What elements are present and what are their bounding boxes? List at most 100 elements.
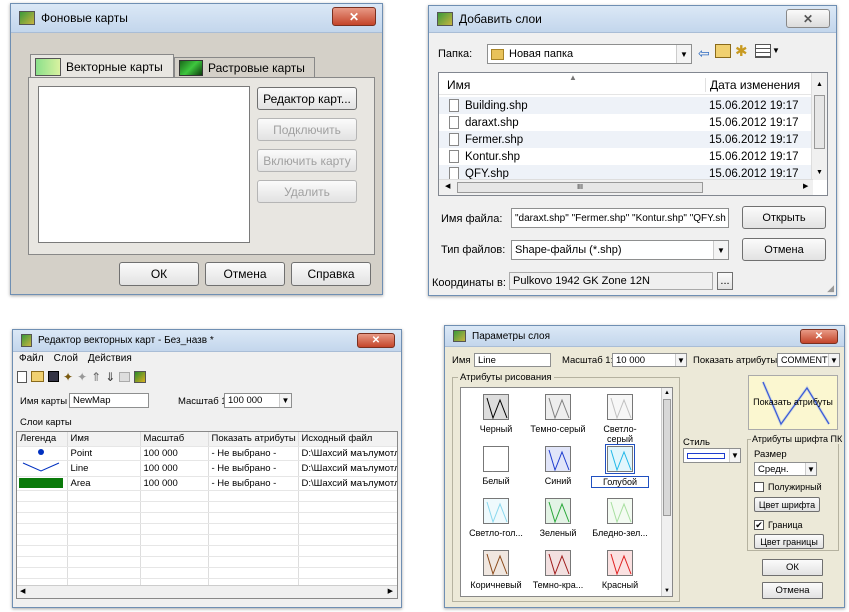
- col-scale[interactable]: Масштаб: [140, 432, 209, 447]
- font-color-button[interactable]: Цвет шрифта: [754, 497, 820, 512]
- map-editor-button[interactable]: Редактор карт...: [257, 87, 357, 110]
- bold-checkbox[interactable]: [754, 482, 764, 492]
- scroll-thumb[interactable]: [814, 95, 825, 149]
- close-icon[interactable]: ✕: [332, 7, 376, 26]
- back-icon[interactable]: ⇦: [698, 45, 710, 62]
- file-row[interactable]: Kontur.shp 15.06.2012 19:17: [439, 148, 813, 165]
- open-button[interactable]: Открыть: [742, 206, 826, 229]
- scroll-up-icon[interactable]: ▲: [816, 81, 823, 88]
- close-icon[interactable]: ✕: [357, 333, 395, 348]
- menu-layer[interactable]: Слой: [54, 353, 78, 367]
- scroll-down-icon[interactable]: ▼: [816, 169, 823, 176]
- color-swatch[interactable]: Синий: [529, 446, 587, 494]
- scroll-right-icon[interactable]: ▶: [388, 587, 393, 595]
- resize-grip-icon[interactable]: ◢: [827, 283, 834, 294]
- color-swatch[interactable]: Темно-серый: [529, 394, 587, 442]
- file-row[interactable]: Fermer.shp 15.06.2012 19:17: [439, 131, 813, 148]
- view-menu-chevron-icon[interactable]: ▼: [772, 46, 780, 55]
- horizontal-scrollbar[interactable]: ◀ III ▶: [439, 179, 813, 195]
- file-row[interactable]: daraxt.shp 15.06.2012 19:17: [439, 114, 813, 131]
- horizontal-scrollbar[interactable]: ◀ ▶: [17, 585, 397, 598]
- enable-map-button[interactable]: Включить карту: [257, 149, 357, 172]
- scroll-left-icon[interactable]: ◀: [445, 182, 450, 190]
- show-attr-select[interactable]: COMMENT ▼: [777, 353, 840, 367]
- add-layer-icon[interactable]: ✦: [63, 370, 73, 384]
- scroll-left-icon[interactable]: ◀: [20, 587, 25, 595]
- chevron-down-icon[interactable]: ▼: [713, 241, 728, 259]
- layers-table[interactable]: Легенда Имя Масштаб Показать атрибуты Ис…: [16, 431, 398, 599]
- close-icon[interactable]: ✕: [800, 329, 838, 344]
- col-legend[interactable]: Легенда: [17, 432, 68, 447]
- open-folder-icon[interactable]: [31, 371, 44, 382]
- scroll-up-icon[interactable]: ▲: [664, 390, 670, 396]
- border-color-button[interactable]: Цвет границы: [754, 534, 824, 549]
- color-swatch[interactable]: Темно-кра...: [529, 550, 587, 596]
- col-show-attr[interactable]: Показать атрибуты: [208, 432, 299, 447]
- table-row[interactable]: Area 100 000- Не выбрано - D:\Шахсий маълу…: [17, 476, 397, 491]
- filename-input[interactable]: "daraxt.shp" "Fermer.shp" "Kontur.shp" "…: [511, 208, 729, 228]
- delete-button[interactable]: Удалить: [257, 180, 357, 203]
- cancel-button[interactable]: Отмена: [742, 238, 826, 261]
- color-swatch[interactable]: Светло-серый: [591, 394, 649, 444]
- color-swatch[interactable]: Зеленый: [529, 498, 587, 546]
- chevron-down-icon[interactable]: ▼: [675, 354, 686, 366]
- save-icon[interactable]: [48, 371, 59, 382]
- coords-browse-button[interactable]: ...: [717, 272, 733, 290]
- table-row[interactable]: Line 100 000- Не выбрано - D:\Шахсий маълу…: [17, 460, 397, 477]
- cancel-button[interactable]: Отмена: [762, 582, 823, 599]
- file-list[interactable]: Имя ▲ Дата изменения Building.shp 15.06.2…: [438, 72, 828, 196]
- color-swatch[interactable]: Голубой: [591, 444, 649, 494]
- scroll-down-icon[interactable]: ▼: [664, 588, 670, 594]
- move-down-icon[interactable]: ⇓: [105, 370, 115, 384]
- scale-select[interactable]: 100 000 ▼: [224, 393, 292, 408]
- view-menu-icon[interactable]: [755, 44, 771, 58]
- file-row[interactable]: Building.shp 15.06.2012 19:17: [439, 97, 813, 114]
- color-swatch[interactable]: Бледно-зел...: [591, 498, 649, 546]
- close-icon[interactable]: ✕: [786, 9, 830, 28]
- menu-actions[interactable]: Действия: [88, 353, 132, 367]
- properties-icon[interactable]: [119, 371, 131, 382]
- help-button[interactable]: Справка: [291, 262, 371, 286]
- color-swatch[interactable]: Красный: [591, 550, 649, 596]
- ok-button[interactable]: ОК: [762, 559, 823, 576]
- color-swatch[interactable]: Светло-гол...: [467, 498, 525, 546]
- vertical-scrollbar[interactable]: ▲ ▼: [661, 388, 672, 596]
- menu-file[interactable]: Файл: [19, 353, 44, 367]
- ok-button[interactable]: ОК: [119, 262, 199, 286]
- chevron-down-icon[interactable]: ▼: [729, 449, 740, 462]
- scroll-thumb[interactable]: [663, 399, 671, 516]
- color-swatch[interactable]: Черный: [467, 394, 525, 442]
- size-select[interactable]: Средн. ▼: [754, 462, 817, 476]
- chevron-down-icon[interactable]: ▼: [279, 394, 291, 407]
- new-file-icon[interactable]: [17, 370, 27, 383]
- swatch-list[interactable]: Черный Темно-серый Светло-серый Белый Синий Г…: [460, 387, 673, 597]
- column-date[interactable]: Дата изменения: [705, 77, 800, 92]
- move-up-icon[interactable]: ⇑: [91, 370, 101, 384]
- column-name[interactable]: Имя: [447, 78, 470, 92]
- map-image-icon[interactable]: [134, 370, 147, 383]
- chevron-down-icon[interactable]: ▼: [676, 45, 691, 63]
- border-checkbox[interactable]: ✔: [754, 520, 764, 530]
- cancel-button[interactable]: Отмена: [205, 262, 285, 286]
- style-select[interactable]: ▼: [683, 448, 741, 463]
- table-row[interactable]: Point 100 000- Не выбрано - D:\Шахсий маъл…: [17, 446, 397, 461]
- color-swatch[interactable]: Коричневый: [467, 550, 525, 596]
- hscroll-thumb[interactable]: III: [457, 182, 703, 193]
- tab-raster[interactable]: Растровые карты: [174, 57, 315, 78]
- map-list[interactable]: [38, 86, 250, 243]
- folder-select[interactable]: Новая папка ▼: [487, 44, 692, 64]
- filetype-select[interactable]: Shape-файлы (*.shp) ▼: [511, 240, 729, 260]
- chevron-down-icon[interactable]: ▼: [828, 354, 839, 366]
- connect-button[interactable]: Подключить: [257, 118, 357, 141]
- col-name[interactable]: Имя: [67, 432, 141, 447]
- color-swatch[interactable]: Белый: [467, 446, 525, 494]
- chevron-down-icon[interactable]: ▼: [805, 463, 816, 475]
- new-folder-icon[interactable]: ✱: [735, 42, 748, 60]
- name-input[interactable]: Line: [474, 353, 551, 367]
- tab-vector[interactable]: Векторные карты: [30, 54, 174, 78]
- scale-select[interactable]: 10 000 ▼: [612, 353, 687, 367]
- map-name-input[interactable]: NewMap: [69, 393, 149, 408]
- up-folder-icon[interactable]: [715, 44, 731, 58]
- col-source-file[interactable]: Исходный файл: [298, 432, 397, 447]
- remove-layer-icon[interactable]: ✦: [77, 370, 87, 384]
